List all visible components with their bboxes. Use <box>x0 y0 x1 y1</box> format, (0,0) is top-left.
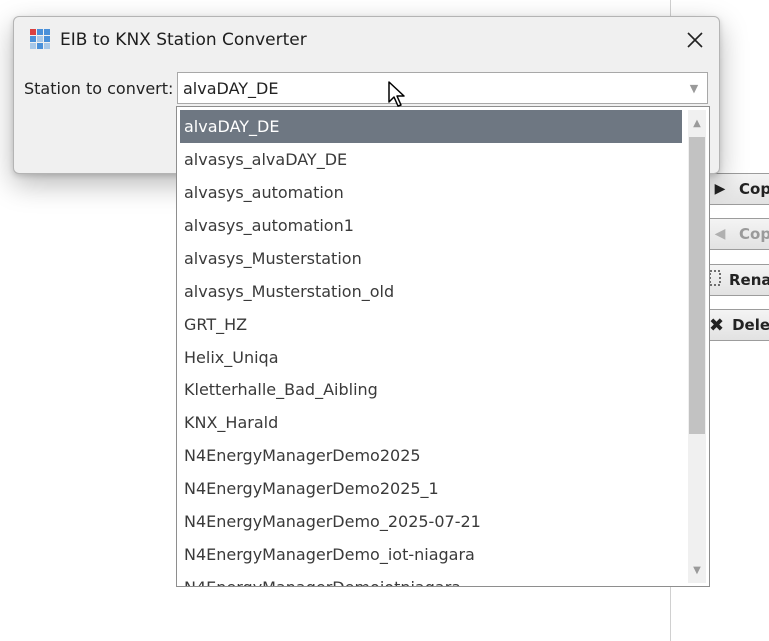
list-item[interactable]: Helix_Uniqa <box>180 341 682 374</box>
list-item[interactable]: alvasys_Musterstation <box>180 242 682 275</box>
mouse-cursor-icon <box>388 81 405 107</box>
close-button[interactable] <box>681 26 709 54</box>
copy-left-label: Copy <box>739 225 769 243</box>
scroll-up-icon[interactable]: ▲ <box>688 110 706 136</box>
list-item[interactable]: alvasys_alvaDAY_DE <box>180 143 682 176</box>
station-combobox-value: alvaDAY_DE <box>183 79 279 98</box>
delete-icon: ✖ <box>709 314 725 336</box>
arrow-left-icon: ◀ <box>714 226 726 242</box>
copy-right-label: Copy <box>739 180 769 198</box>
rename-label: Rename <box>729 271 769 289</box>
station-label: Station to convert: <box>24 79 174 98</box>
list-item[interactable]: N4EnergyManagerDemoiotniagara <box>180 571 682 586</box>
delete-label: Delete <box>732 316 769 334</box>
delete-button[interactable]: ✖ Delete <box>706 309 769 341</box>
list-item[interactable]: KNX_Harald <box>180 406 682 439</box>
station-dropdown-list[interactable]: alvaDAY_DE alvasys_alvaDAY_DE alvasys_au… <box>176 106 710 587</box>
copy-left-button[interactable]: ◀ Copy <box>706 218 769 250</box>
rename-button[interactable]: Rename <box>706 264 769 296</box>
title-bar[interactable]: EIB to KNX Station Converter <box>14 17 719 65</box>
list-item[interactable]: N4EnergyManagerDemo2025_1 <box>180 472 682 505</box>
copy-right-button[interactable]: ▶ Copy <box>706 173 769 205</box>
arrow-right-icon: ▶ <box>714 181 726 197</box>
vertical-scrollbar[interactable]: ▲ ▼ <box>688 110 706 583</box>
list-item[interactable]: N4EnergyManagerDemo2025 <box>180 439 682 472</box>
scroll-down-icon[interactable]: ▼ <box>688 557 706 583</box>
list-item[interactable]: alvasys_automation <box>180 176 682 209</box>
station-combobox[interactable]: alvaDAY_DE ▼ <box>177 72 708 104</box>
list-item[interactable]: Kletterhalle_Bad_Aibling <box>180 373 682 406</box>
chevron-down-icon[interactable]: ▼ <box>681 73 707 103</box>
list-item[interactable]: alvasys_Musterstation_old <box>180 275 682 308</box>
list-item[interactable]: alvaDAY_DE <box>180 110 682 143</box>
list-item[interactable]: N4EnergyManagerDemo_2025-07-21 <box>180 505 682 538</box>
list-item[interactable]: alvasys_automation1 <box>180 209 682 242</box>
dialog-title: EIB to KNX Station Converter <box>60 30 307 50</box>
rename-icon <box>709 270 721 290</box>
scrollbar-thumb[interactable] <box>689 137 705 434</box>
list-item[interactable]: GRT_HZ <box>180 308 682 341</box>
list-item[interactable]: N4EnergyManagerDemo_iot-niagara <box>180 538 682 571</box>
close-icon <box>687 32 703 48</box>
app-icon <box>30 29 50 49</box>
